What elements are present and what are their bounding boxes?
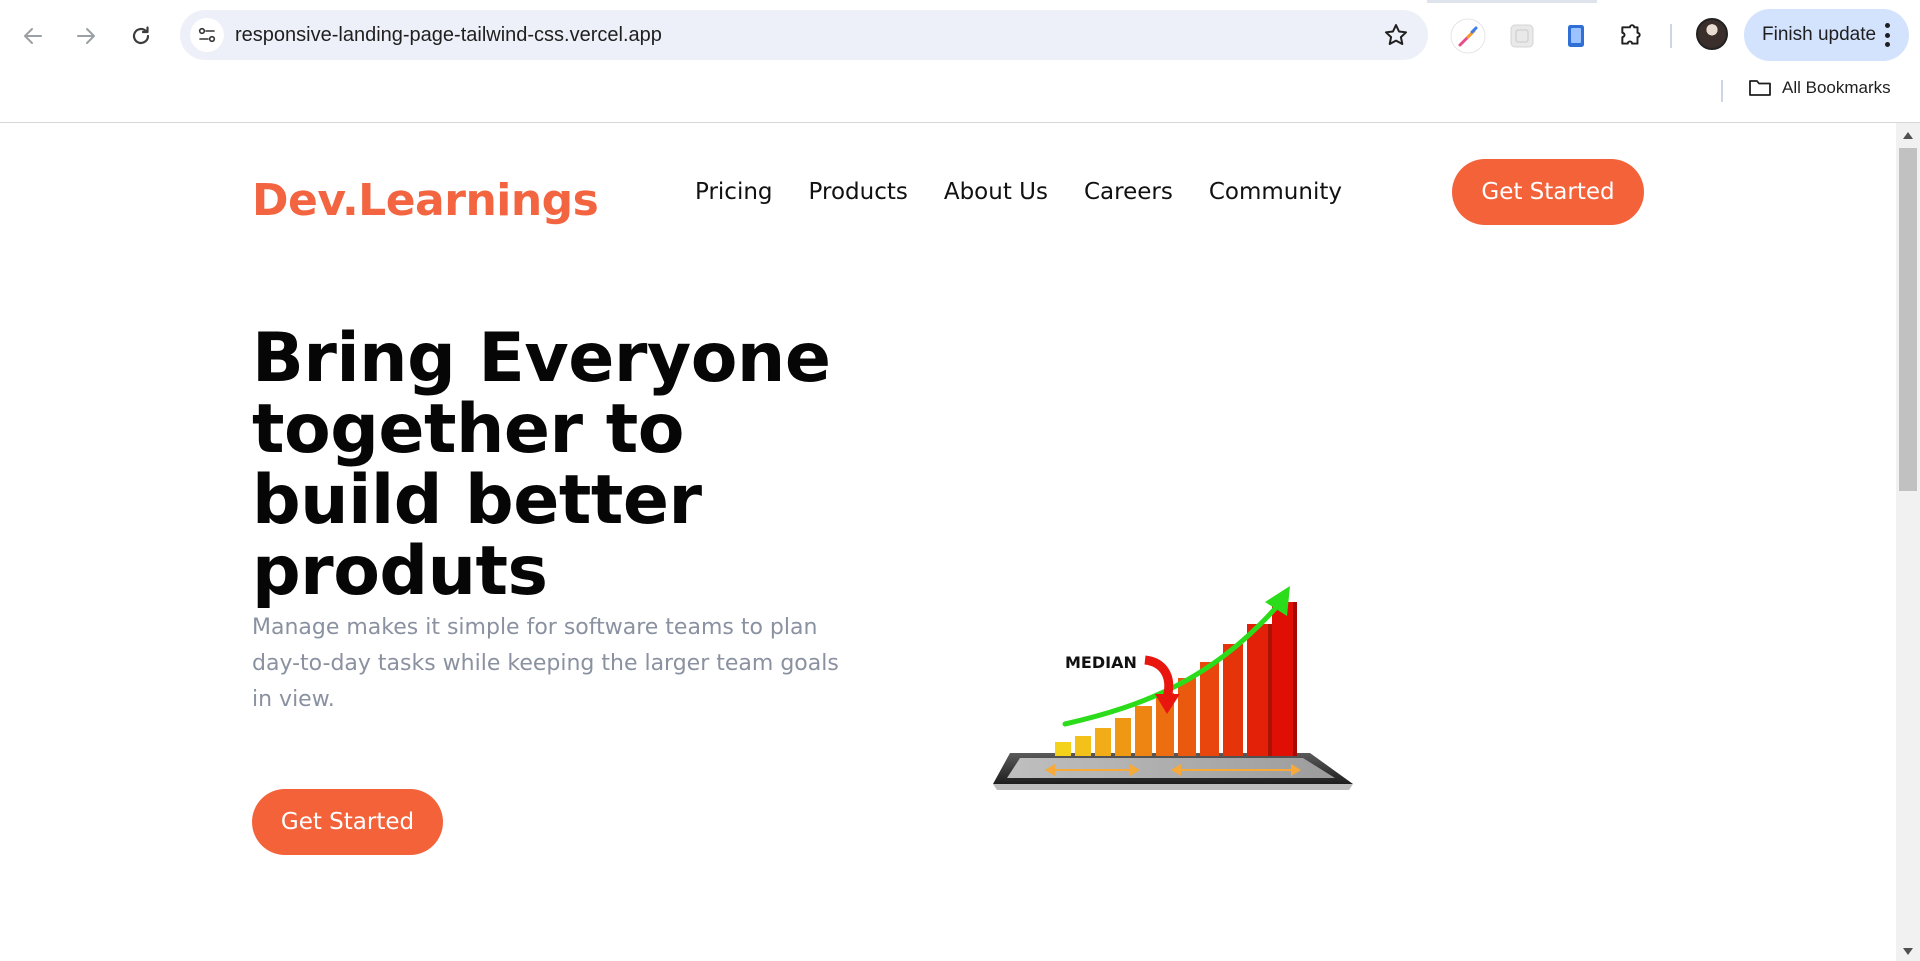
nav-link-about-us[interactable]: About Us — [944, 179, 1048, 205]
hero-get-started-button[interactable]: Get Started — [252, 789, 443, 855]
site-info-icon — [198, 27, 216, 43]
address-bar[interactable]: responsive-landing-page-tailwind-css.ver… — [180, 10, 1428, 60]
forward-arrow-icon — [77, 28, 95, 44]
puzzle-extensions-icon — [1621, 24, 1641, 45]
scrollbar-thumb[interactable] — [1899, 148, 1917, 491]
hero-title: Bring Everyone together to build better … — [252, 319, 831, 611]
site-logo[interactable]: Dev.Learnings — [252, 175, 599, 226]
all-bookmarks-label: All Bookmarks — [1782, 78, 1891, 97]
page-scrollbar[interactable] — [1896, 123, 1920, 961]
star-icon[interactable] — [1382, 21, 1410, 49]
scroll-up-arrow-icon[interactable] — [1903, 132, 1913, 139]
browser-toolbar: responsive-landing-page-tailwind-css.ver… — [0, 0, 1920, 123]
toolbar-separator — [1670, 24, 1672, 48]
header-get-started-button[interactable]: Get Started — [1452, 159, 1644, 225]
color-picker-extension-icon — [1450, 18, 1486, 54]
profile-avatar[interactable] — [1696, 18, 1728, 50]
hero-illustration: MEDIAN — [993, 586, 1353, 790]
finish-update-label: Finish update — [1762, 24, 1877, 45]
tablet-screen — [1007, 758, 1335, 778]
back-arrow-icon — [24, 28, 42, 44]
url-text[interactable]: responsive-landing-page-tailwind-css.ver… — [235, 24, 662, 47]
all-bookmarks-button[interactable]: All Bookmarks — [1748, 78, 1891, 98]
bookmarks-separator — [1721, 80, 1723, 102]
nav-link-community[interactable]: Community — [1209, 179, 1342, 205]
reload-icon — [132, 26, 150, 45]
color-picker-extension[interactable] — [1448, 16, 1488, 56]
page-viewport: Dev.Learnings Pricing Products About Us … — [0, 123, 1896, 961]
device-extension-icon — [1568, 25, 1584, 47]
back-button[interactable] — [11, 14, 55, 58]
median-label: MEDIAN — [1065, 653, 1137, 672]
nav-link-careers[interactable]: Careers — [1084, 179, 1173, 205]
forward-button[interactable] — [64, 14, 108, 58]
site-info-button[interactable] — [190, 18, 224, 52]
scroll-down-arrow-icon[interactable] — [1903, 948, 1913, 955]
device-extension[interactable] — [1556, 16, 1596, 56]
main-nav: Pricing Products About Us Careers Commun… — [695, 179, 1342, 205]
finish-update-button[interactable]: Finish update — [1744, 9, 1909, 61]
kebab-menu-icon[interactable] — [1885, 23, 1891, 47]
tablet-edge — [993, 784, 1353, 790]
folder-icon — [1749, 80, 1771, 96]
hero-subtitle: Manage makes it simple for software team… — [252, 615, 839, 712]
nav-link-products[interactable]: Products — [809, 179, 908, 205]
reload-button[interactable] — [119, 14, 163, 58]
nav-link-pricing[interactable]: Pricing — [695, 179, 773, 205]
tab-strip-edge — [1427, 0, 1597, 3]
grid-extension[interactable] — [1502, 16, 1542, 56]
extensions-button[interactable] — [1611, 16, 1651, 56]
grid-extension-icon — [1510, 24, 1534, 48]
